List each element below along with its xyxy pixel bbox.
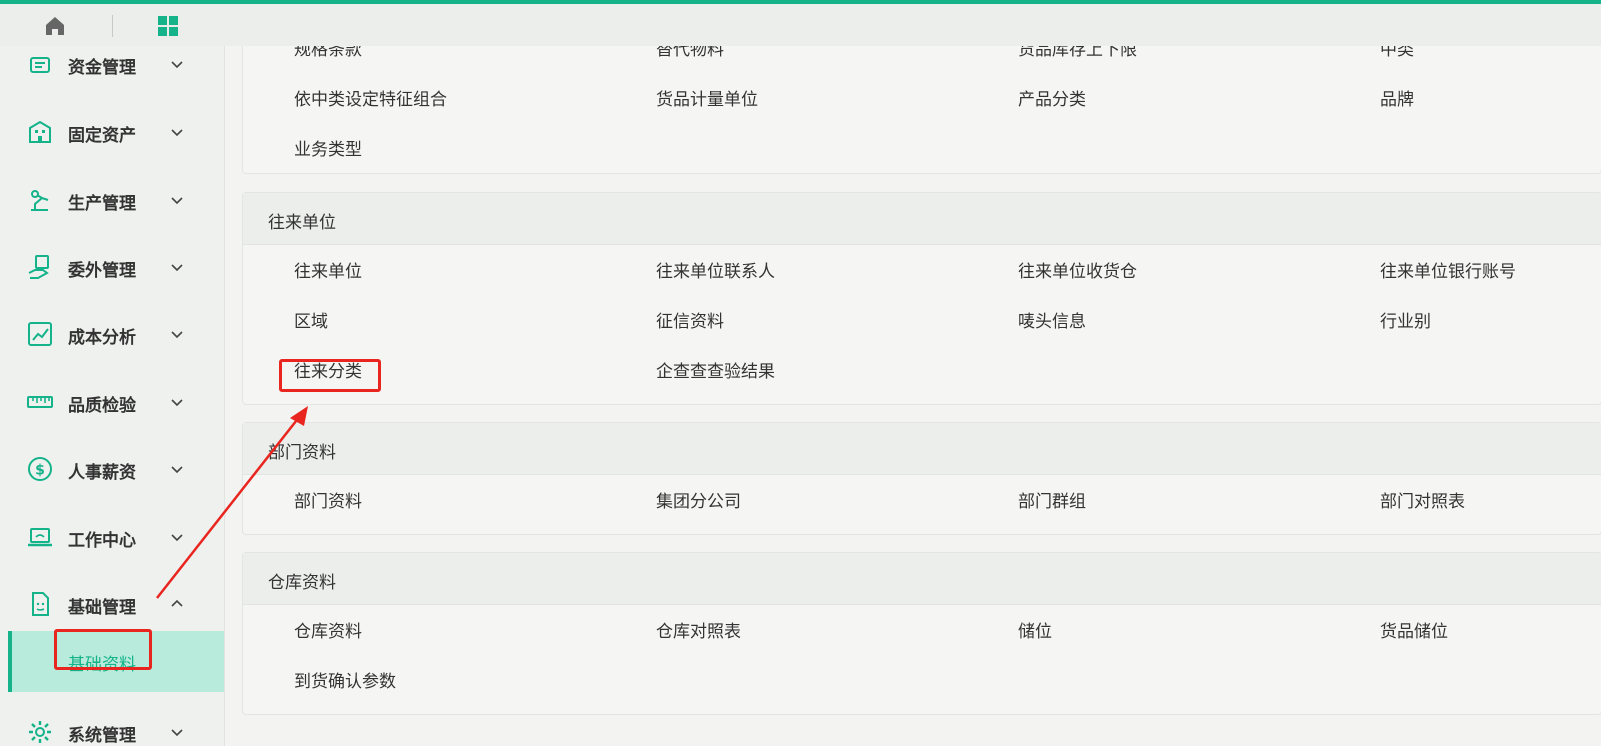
document-face-icon [32,592,49,616]
chevron-up-icon [171,599,183,607]
link-item[interactable]: 征信资料 [656,307,724,332]
sidebar-item-1[interactable]: 固定资产 [0,112,224,152]
card-header: 仓库资料 [243,553,1601,605]
top-bar-divider [112,15,113,37]
link-item[interactable]: 区域 [294,307,328,332]
link-item[interactable]: 依中类设定特征组合 [294,85,447,110]
sidebar-item-label: 基础管理 [68,598,136,618]
annotation-box-partner-category [279,359,381,392]
link-item[interactable]: 部门资料 [294,487,362,512]
link-item[interactable]: 往来单位银行账号 [1380,257,1516,282]
sidebar-item-label: 资金管理 [68,58,136,78]
chevron-down-icon [171,331,183,339]
link-item[interactable]: 替代物料 [656,46,724,60]
card-header: 部门资料 [243,423,1601,475]
card-title: 仓库资料 [268,573,336,593]
robot-arm-icon [31,190,49,211]
main-content: 规格条款 替代物料 货品库存上下限 中类依中类设定特征组合 货品计量单位 产品分类 品牌业务… [224,46,1601,746]
sidebar-item-3[interactable]: 委外管理 [0,247,224,287]
link-item[interactable]: 部门对照表 [1380,487,1465,512]
sidebar-item-6[interactable]: $ 人事薪资 [0,449,224,489]
fund-icon [30,57,50,73]
sidebar-item-9[interactable]: 系统管理 [0,712,224,746]
card-header: 往来单位 [243,193,1601,245]
sidebar: 资金管理固定资产生产管理委外管理成本分析品质检验 $ 人事薪资工作中心基础管理系统管… [0,46,225,746]
annotation-box-basic-data [54,629,152,670]
link-item[interactable]: 企查查查验结果 [656,357,775,382]
link-item[interactable]: 货品库存上下限 [1018,46,1137,60]
top-bar [0,4,1601,46]
link-item[interactable]: 规格条款 [294,46,362,60]
chevron-down-icon [171,729,183,737]
sidebar-item-label: 生产管理 [68,194,136,214]
link-item[interactable]: 仓库资料 [294,617,362,642]
link-item[interactable]: 唛头信息 [1018,307,1086,332]
sidebar-item-label: 工作中心 [68,531,136,551]
link-item[interactable]: 货品储位 [1380,617,1448,642]
dollar-circle-icon: $ [28,457,52,481]
sidebar-item-label: 委外管理 [68,261,136,281]
gear-icon [29,721,51,743]
card-title: 部门资料 [268,443,336,463]
apps-grid-icon[interactable] [157,15,179,37]
link-item[interactable]: 品牌 [1380,85,1414,110]
link-item[interactable]: 集团分公司 [656,487,741,512]
sidebar-item-label: 品质检验 [68,396,136,416]
link-item[interactable]: 往来单位收货仓 [1018,257,1137,282]
card-2: 部门资料 部门资料 集团分公司 部门群组 部门对照表 [242,422,1601,535]
chevron-down-icon [171,466,183,474]
chevron-down-icon [171,61,183,69]
chevron-down-icon [171,129,183,137]
link-item[interactable]: 往来单位 [294,257,362,282]
link-item[interactable]: 到货确认参数 [294,667,396,692]
link-item[interactable]: 产品分类 [1018,85,1086,110]
sidebar-item-label: 成本分析 [68,328,136,348]
sidebar-item-7[interactable]: 工作中心 [0,517,224,557]
sidebar-item-label: 固定资产 [68,126,136,146]
chevron-down-icon [171,534,183,542]
active-indicator [8,631,12,692]
card-title: 往来单位 [268,213,336,233]
card-1: 往来单位 往来单位 往来单位联系人 往来单位收货仓 往来单位银行账号 区域 征信资料 唛头信息… [242,192,1601,405]
link-item[interactable]: 往来单位联系人 [656,257,775,282]
sidebar-item-label: 人事薪资 [68,463,136,483]
card-3: 仓库资料 仓库资料 仓库对照表 储位 货品储位 到货确认参数 [242,552,1601,715]
building-icon [29,120,51,143]
sidebar-item-0[interactable]: 资金管理 [0,46,224,84]
link-item[interactable]: 业务类型 [294,135,362,160]
link-item[interactable]: 储位 [1018,617,1052,642]
link-item[interactable]: 中类 [1380,46,1414,60]
line-chart-icon [28,322,52,346]
link-item[interactable]: 行业别 [1380,307,1431,332]
chevron-down-icon [171,399,183,407]
link-item[interactable]: 部门群组 [1018,487,1086,512]
link-item[interactable]: 货品计量单位 [656,85,758,110]
sidebar-item-2[interactable]: 生产管理 [0,180,224,220]
hand-document-icon [28,255,49,279]
ruler-icon [27,396,53,408]
sidebar-item-4[interactable]: 成本分析 [0,314,224,354]
sidebar-item-5[interactable]: 品质检验 [0,382,224,422]
link-item[interactable]: 仓库对照表 [656,617,741,642]
chevron-down-icon [171,264,183,272]
chevron-down-icon [171,197,183,205]
home-icon[interactable] [44,15,66,37]
laptop-icon [28,528,52,547]
card-0: 规格条款 替代物料 货品库存上下限 中类依中类设定特征组合 货品计量单位 产品分类 品牌业务… [242,46,1601,174]
svg-text:$: $ [35,463,45,479]
sidebar-item-label: 系统管理 [68,726,136,746]
sidebar-item-8[interactable]: 基础管理 [0,584,224,624]
